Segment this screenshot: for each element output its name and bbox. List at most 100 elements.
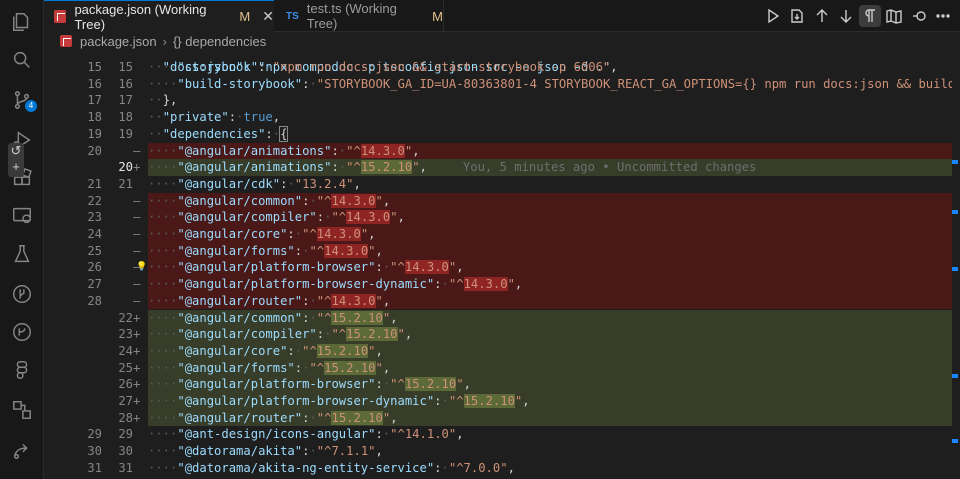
new-line-number: 29 xyxy=(118,427,133,442)
partial-line: "docs:json": "npx compodoc -p tsconfig.j… xyxy=(148,59,611,74)
toggle-icon[interactable] xyxy=(908,5,930,27)
code-line[interactable]: 28 + ····"@angular/router":·"^15.2.10", xyxy=(44,409,960,427)
code-text: ····"@angular/core":·"^15.2.10", xyxy=(148,343,383,358)
close-icon[interactable]: ✕ xyxy=(262,8,274,25)
diff-marker: — xyxy=(133,193,141,208)
testing-icon[interactable] xyxy=(8,240,36,268)
old-line-number: 21 xyxy=(87,176,102,191)
code-line[interactable]: 30 30 ····"@datorama/akita":·"^7.1.1", xyxy=(44,443,960,460)
arrow-up-icon[interactable] xyxy=(811,5,833,27)
diff-marker: + xyxy=(133,160,141,175)
run-icon[interactable] xyxy=(762,5,784,27)
breadcrumb-file[interactable]: package.json xyxy=(80,34,157,49)
code-line[interactable]: 20 — ····"@angular/animations":·"^14.3.0", xyxy=(44,142,960,160)
new-line-number: 25 xyxy=(118,360,133,375)
code-text: ····"@angular/cdk":·"13.2.4", xyxy=(148,176,361,191)
arrow-down-icon[interactable] xyxy=(835,5,857,27)
tab-package-json[interactable]: package.json (Working Tree) M ✕ xyxy=(44,0,274,32)
figma-icon[interactable] xyxy=(8,356,36,384)
code-line[interactable]: 23 + ····"@angular/compiler":·"^15.2.10", xyxy=(44,326,960,343)
new-line-number: 17 xyxy=(118,93,133,108)
more-icon[interactable] xyxy=(932,5,954,27)
code-text: ····"@angular/forms":·"^15.2.10", xyxy=(148,360,391,375)
code-line[interactable]: 22 + ····"@angular/common":·"^15.2.10", xyxy=(44,309,960,327)
containers-icon[interactable] xyxy=(8,396,36,424)
code-text: ····"@angular/animations":·"^14.3.0", xyxy=(148,143,420,158)
code-line[interactable]: 27 — ····"@angular/platform-browser-dynami… xyxy=(44,276,960,293)
code-text: ····"@datorama/akita":·"^7.1.1", xyxy=(148,444,383,459)
old-line-number: 25 xyxy=(87,243,102,258)
code-text: ····"@angular/animations":·"^15.2.10", Yo… xyxy=(148,160,757,175)
code-line[interactable]: 24 — ····"@angular/core":·"^14.3.0", xyxy=(44,226,960,243)
old-line-number: 16 xyxy=(87,76,102,91)
new-line-number: 21 xyxy=(118,176,133,191)
code-text: ····"@angular/router":·"^14.3.0", xyxy=(148,293,391,308)
modified-indicator: M xyxy=(239,9,251,24)
gitlens-icon[interactable] xyxy=(8,318,36,346)
pilcrow-icon[interactable] xyxy=(859,5,881,27)
code-text: ··}, xyxy=(148,93,178,108)
old-line-number: 27 xyxy=(87,277,102,292)
remote-explorer-icon[interactable] xyxy=(8,202,36,230)
code-line[interactable]: 15 15 ····"storybook":·"npm run docs:json … xyxy=(44,59,960,76)
code-line[interactable]: 29 29 ····"@ant-design/icons-angular":·"^1… xyxy=(44,426,960,443)
diff-editor[interactable]: "docs:json": "npx compodoc -p tsconfig.j… xyxy=(44,50,960,479)
new-line-number: 31 xyxy=(118,460,133,475)
diff-marker: + xyxy=(133,377,141,392)
diff-marker: + xyxy=(133,343,141,358)
new-line-number: 20 xyxy=(118,160,133,175)
code-line[interactable]: 26— ····"@angular/platform-browser":·"^14… xyxy=(44,259,960,277)
map-icon[interactable] xyxy=(883,5,905,27)
code-line[interactable]: 25 — ····"@angular/forms":·"^14.3.0", xyxy=(44,242,960,260)
revert-icon[interactable]: ↺ xyxy=(8,143,24,159)
new-line-number: 18 xyxy=(118,110,133,125)
ruler-mark xyxy=(952,160,958,164)
lightbulb-icon[interactable]: 💡 xyxy=(136,259,147,276)
live-share-icon[interactable] xyxy=(8,436,36,464)
stage-icon[interactable]: + xyxy=(8,159,24,175)
diff-marker: + xyxy=(133,410,141,425)
code-text: ····"@angular/compiler":·"^14.3.0", xyxy=(148,210,405,225)
code-line[interactable]: 21 21 ····"@angular/cdk":·"13.2.4", xyxy=(44,176,960,193)
code-line[interactable]: 17 17 ··}, xyxy=(44,92,960,109)
code-line[interactable]: 20 + ····"@angular/animations":·"^15.2.10"… xyxy=(44,159,960,176)
open-file-icon[interactable] xyxy=(786,5,808,27)
new-line-number: 26 xyxy=(118,377,133,392)
code-line[interactable]: 16 16 ····"build-storybook":·"STORYBOOK_GA… xyxy=(44,76,960,93)
diff-marker: + xyxy=(133,310,141,325)
code-text: ····"storybook":·"npm run docs:json && s… xyxy=(148,60,618,74)
tab-test-ts[interactable]: TS test.ts (Working Tree) M xyxy=(274,0,444,32)
breadcrumb-symbol[interactable]: {} dependencies xyxy=(173,34,266,49)
code-line[interactable]: 26 + ····"@angular/platform-browser":·"^15… xyxy=(44,376,960,393)
new-line-number: 15 xyxy=(118,60,133,74)
diff-actions: ↺ + xyxy=(8,143,24,177)
code-text: ··"private":·true, xyxy=(148,110,281,125)
code-line[interactable]: 25 + ····"@angular/forms":·"^15.2.10", xyxy=(44,359,960,377)
explorer-icon[interactable] xyxy=(8,8,36,36)
code-line[interactable]: 18 18 ··"private":·true, xyxy=(44,109,960,126)
diff-marker: + xyxy=(133,360,141,375)
activity-bar: 4 xyxy=(0,0,44,479)
code-line[interactable]: 19 19 ··"dependencies":·{ xyxy=(44,125,960,143)
new-line-number: 30 xyxy=(118,444,133,459)
git-graph-icon[interactable] xyxy=(8,280,36,308)
diff-marker: + xyxy=(133,394,141,408)
code-line[interactable]: 28 — ····"@angular/router":·"^14.3.0", xyxy=(44,292,960,310)
old-line-number: 24 xyxy=(87,227,102,241)
modified-indicator: M xyxy=(432,8,443,24)
code-line[interactable]: 31 31 ····"@datorama/akita-ng-entity-servi… xyxy=(44,460,960,477)
code-line[interactable]: 27 + ····"@angular/platform-browser-dynami… xyxy=(44,393,960,410)
search-icon[interactable] xyxy=(8,46,36,74)
old-line-number: 18 xyxy=(87,110,102,125)
old-line-number: 29 xyxy=(87,427,102,442)
diff-marker: — xyxy=(133,227,141,241)
code-line[interactable]: 23 — ····"@angular/compiler":·"^14.3.0", xyxy=(44,209,960,226)
code-line[interactable]: 24 + ····"@angular/core":·"^15.2.10", xyxy=(44,342,960,360)
diff-marker: — xyxy=(133,293,141,308)
typescript-file-icon: TS xyxy=(286,10,299,22)
old-line-number: 20 xyxy=(87,143,102,158)
tab-label: package.json (Working Tree) xyxy=(74,1,207,32)
tab-bar: package.json (Working Tree) M ✕ TS test.… xyxy=(44,0,960,32)
old-line-number: 17 xyxy=(87,93,102,108)
code-line[interactable]: 22 — ····"@angular/common":·"^14.3.0", xyxy=(44,192,960,210)
